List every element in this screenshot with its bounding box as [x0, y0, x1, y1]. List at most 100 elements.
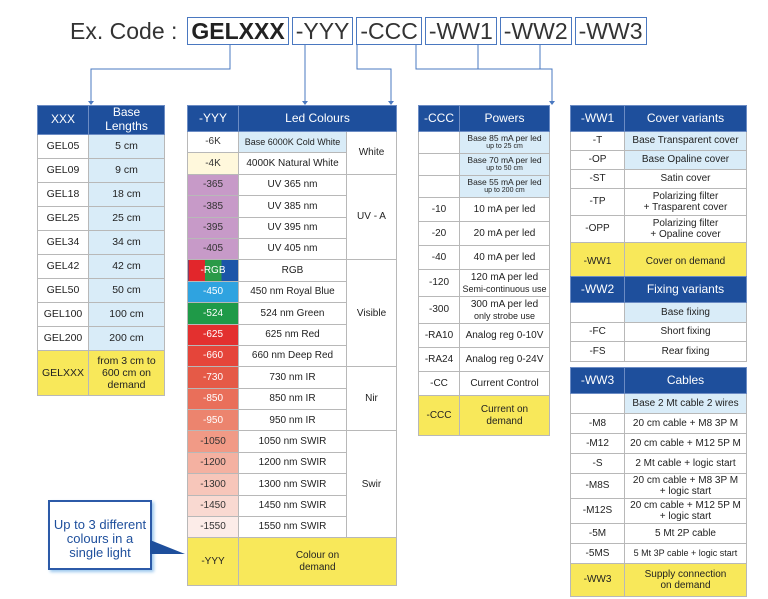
header-title: Fixing variants [624, 276, 747, 303]
cell-main-text: Base Opaline cover [641, 154, 730, 166]
table-header: -WW3 Cables [570, 367, 747, 394]
colour-name: UV 365 nm [238, 173, 347, 197]
power-code [418, 131, 460, 154]
cable-code [570, 393, 625, 414]
table-row: -120 120 mA per led Semi-continuous use [418, 269, 550, 297]
colour-group: UV - A [346, 173, 397, 261]
cover-code: -TP [570, 188, 625, 216]
table-row: -730 730 nm IR Nir [187, 366, 397, 432]
table-row: -20 20 mA per led [418, 221, 550, 246]
cell-sub-text: + logic start [659, 486, 712, 497]
colour-name: Colour on demand [238, 537, 397, 587]
cell-sub-text: + logic start [659, 511, 712, 522]
table-row: -FC Short fixing [570, 321, 747, 342]
cable-value: 20 cm cable + M8 3P M + logic start [624, 473, 747, 499]
cable-value: 5 Mt 2P cable [624, 523, 747, 544]
colour-code: -405 [187, 237, 239, 261]
colour-code: -625 [187, 323, 239, 346]
power-value: Base 85 mA per led up to 25 cm [459, 131, 550, 154]
header-title: Cover variants [624, 105, 747, 132]
table-row: -300 300 mA per led only strobe use [418, 296, 550, 324]
table-row: -10 10 mA per led [418, 197, 550, 222]
header-title: Led Colours [238, 105, 397, 132]
colour-name: 1300 nm SWIR [238, 473, 347, 496]
cell-main-text: 40 mA per led [473, 251, 536, 263]
cell-main-text: 20 cm cable + M8 3P M [632, 417, 739, 429]
cell-main-text: Base 55 mA per led [467, 176, 542, 187]
colour-name: UV 395 nm [238, 216, 347, 239]
cable-code: -M8S [570, 473, 625, 499]
colour-code: -RGB [187, 259, 239, 282]
cable-code: -M12 [570, 433, 625, 454]
length-code: GELXXX [37, 349, 89, 396]
table-row: -40 40 mA per led [418, 245, 550, 270]
colour-code: -450 [187, 280, 239, 304]
cover-value: Polarizing filter + Trasparent cover [624, 188, 747, 216]
cover-code: -OP [570, 150, 625, 170]
table-header: -CCC Powers [418, 105, 550, 132]
fixing-variants-table: -WW2 Fixing variants Base fixing -FC Short… [570, 276, 747, 362]
cell-main-text: 20 cm cable + M12 5P M [630, 437, 741, 449]
colour-name: 1200 nm SWIR [238, 451, 347, 475]
length-code: GEL18 [37, 181, 89, 207]
table-row: -T Base Transparent cover [570, 131, 747, 151]
callout-multicolour: Up to 3 different colours in a single li… [48, 500, 152, 570]
table-row: -M8S 20 cm cable + M8 3P M + logic start [570, 473, 747, 499]
power-value: Base 70 mA per led up to 50 cm [459, 153, 550, 176]
length-code: GEL100 [37, 301, 89, 327]
table-row-base: Base 85 mA per led up to 25 cm [418, 131, 550, 154]
power-value: Current on demand [459, 395, 550, 436]
length-value: from 3 cm to 600 cm on demand [88, 349, 165, 396]
colour-name: RGB [238, 259, 347, 282]
table-row: -TP Polarizing filter + Trasparent cover [570, 188, 747, 216]
power-value: 10 mA per led [459, 197, 550, 222]
power-value: 120 mA per led Semi-continuous use [459, 269, 550, 297]
header-title: Base Lengths [88, 105, 165, 135]
table-row: GEL42 42 cm [37, 253, 165, 279]
cable-value: 20 cm cable + M8 3P M [624, 413, 747, 434]
cell-main-text: 20 cm cable + M8 3P M [632, 474, 739, 486]
cell-main-text: 300 mA per led [470, 299, 539, 311]
power-code: -CCC [418, 395, 460, 436]
header-code: XXX [37, 105, 89, 135]
colour-code: -1450 [187, 494, 239, 518]
table-row-on-demand: -WW3 Supply connection on demand [570, 563, 747, 597]
colour-code: -365 [187, 173, 239, 197]
cell-main-text: 120 mA per led [470, 272, 539, 284]
power-code: -300 [418, 296, 460, 324]
length-value: 9 cm [88, 157, 165, 183]
table-row: -FS Rear fixing [570, 341, 747, 362]
header-code: -WW2 [570, 276, 625, 303]
fixing-code: -FS [570, 341, 625, 362]
colour-code: -1200 [187, 451, 239, 475]
colour-group: Visible [346, 259, 397, 368]
connector-lines [88, 44, 555, 105]
colour-code: -950 [187, 409, 239, 432]
cover-variants-table: -WW1 Cover variants -T Base Transparent c… [570, 105, 747, 282]
table-row: -6K Base 6000K Cold White White [187, 130, 397, 175]
fixing-value: Base fixing [624, 302, 747, 323]
fixing-value: Rear fixing [624, 341, 747, 362]
cell-sub-text: up to 25 cm [486, 143, 523, 151]
colour-code: -6K [187, 130, 239, 154]
length-code: GEL05 [37, 133, 89, 159]
table-row: -RGB RGB Visible [187, 259, 397, 368]
table-row-on-demand: -YYY Colour on demand [187, 537, 397, 587]
power-value: Current Control [459, 371, 550, 396]
table-row: -M12S 20 cm cable + M12 5P M + logic start [570, 498, 747, 524]
colour-name: 730 nm IR [238, 366, 347, 389]
colour-name: 450 nm Royal Blue [238, 280, 347, 304]
colour-name: 660 nm Deep Red [238, 344, 347, 368]
connector-length [90, 44, 231, 102]
table-row-on-demand: -CCC Current on demand [418, 395, 550, 436]
length-value: 5 cm [88, 133, 165, 159]
fixing-code: -FC [570, 321, 625, 342]
table-row: -OP Base Opaline cover [570, 150, 747, 170]
colour-name: UV 405 nm [238, 237, 347, 261]
table-row: -1050 1050 nm SWIR Swir [187, 430, 397, 539]
table-header: -WW1 Cover variants [570, 105, 747, 132]
table-row: -CC Current Control [418, 371, 550, 396]
power-value: Analog reg 0-24V [459, 347, 550, 372]
header-title: Powers [459, 105, 550, 132]
cable-value: 5 Mt 3P cable + logic start [624, 543, 747, 564]
